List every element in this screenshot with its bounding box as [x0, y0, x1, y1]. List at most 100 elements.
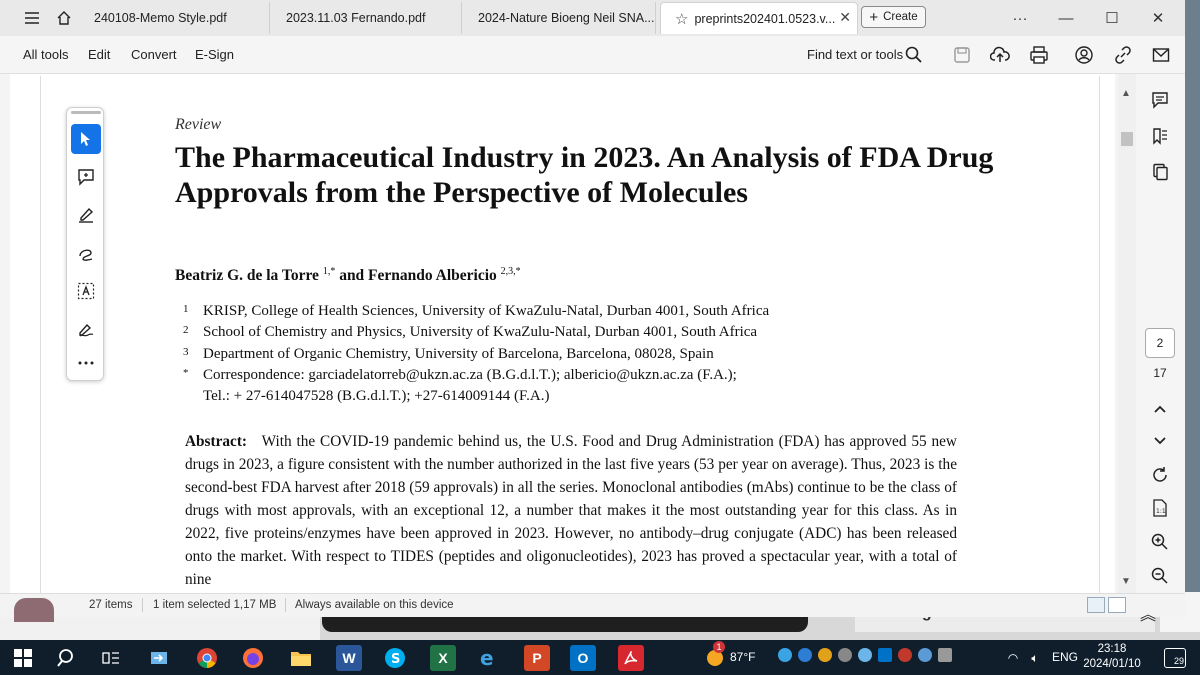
page-thumbnails-icon[interactable]: [1148, 160, 1172, 184]
share-user-icon[interactable]: [1073, 44, 1095, 66]
right-side-panel: 2 17 1:1: [1136, 74, 1185, 593]
notification-center-icon[interactable]: 29: [1164, 648, 1186, 668]
tray-app-icon[interactable]: [818, 648, 832, 662]
svg-text:e: e: [480, 647, 494, 669]
palette-grip[interactable]: [71, 111, 101, 114]
scroll-up-icon[interactable]: ▲: [1121, 88, 1131, 99]
tab-preprints[interactable]: ☆ preprints202401.0523.v... ✕: [660, 2, 858, 34]
affiliation-number: 2: [183, 324, 189, 336]
word-icon[interactable]: W: [336, 645, 362, 671]
system-tray-icons: [778, 648, 958, 666]
menu-all-tools[interactable]: All tools: [23, 47, 69, 62]
tab-label: 2023.11.03 Fernando.pdf: [286, 11, 426, 25]
more-tools-icon[interactable]: [71, 348, 101, 378]
print-icon[interactable]: [1028, 44, 1050, 66]
abstract: Abstract: With the COVID-19 pandemic beh…: [185, 430, 957, 591]
notification-count: 29: [1173, 656, 1184, 666]
edge-legacy-icon[interactable]: e: [476, 645, 502, 671]
input-language[interactable]: ENG: [1052, 650, 1078, 664]
firefox-icon[interactable]: [240, 645, 266, 671]
link-icon[interactable]: [1112, 44, 1134, 66]
thumbnail-view-icon[interactable]: [1108, 597, 1126, 613]
text-box-icon[interactable]: [71, 276, 101, 306]
details-view-icon[interactable]: [1087, 597, 1105, 613]
tray-app-icon[interactable]: [878, 648, 892, 662]
correspondence: * Correspondence: garciadelatorreb@ukzn.a…: [183, 367, 737, 384]
affiliation-text: Correspondence: garciadelatorreb@ukzn.ac…: [203, 367, 737, 383]
email-icon[interactable]: [1150, 44, 1172, 66]
previous-page-icon[interactable]: [1148, 397, 1172, 421]
search-taskbar-icon[interactable]: [54, 645, 80, 671]
collapse-up-icon[interactable]: ︽: [1140, 601, 1156, 625]
add-comment-icon[interactable]: [71, 162, 101, 192]
system-clock[interactable]: 23:18 2024/01/10: [1082, 642, 1142, 672]
fill-sign-icon[interactable]: [71, 314, 101, 344]
explorer-status-bar: 27 items 1 item selected 1,17 MB Always …: [0, 593, 1185, 617]
bookmarks-icon[interactable]: [1148, 124, 1172, 148]
tab-memo-style[interactable]: 240108-Memo Style.pdf: [80, 2, 270, 34]
find-text-or-tools[interactable]: Find text or tools: [807, 47, 903, 62]
skype-icon[interactable]: S: [382, 645, 408, 671]
tray-app-icon[interactable]: [858, 648, 872, 662]
clock-time: 23:18: [1097, 643, 1127, 655]
fit-page-icon[interactable]: 1:1: [1148, 496, 1172, 520]
upload-cloud-icon[interactable]: [989, 44, 1011, 66]
tray-app-icon[interactable]: [778, 648, 792, 662]
acrobat-icon[interactable]: [618, 645, 644, 671]
windows-start-icon[interactable]: [10, 645, 36, 671]
menu-edit[interactable]: Edit: [88, 47, 110, 62]
menu-e-sign[interactable]: E-Sign: [195, 47, 234, 62]
current-page-field[interactable]: 2: [1145, 328, 1175, 358]
draw-freehand-icon[interactable]: [71, 238, 101, 268]
authors-line: Beatriz G. de la Torre 1,* and Fernando …: [175, 266, 521, 285]
create-label: Create: [883, 11, 918, 23]
close-tab-icon[interactable]: ✕: [839, 9, 851, 26]
search-icon[interactable]: [903, 44, 925, 66]
rotate-icon[interactable]: [1148, 463, 1172, 487]
highlight-pen-icon[interactable]: [71, 200, 101, 230]
excel-icon[interactable]: X: [430, 645, 456, 671]
windows-taskbar: W S X e P O 1 87°F ◠ 🔈︎ ENG 23:18 2024/0…: [0, 640, 1200, 675]
powerpoint-icon[interactable]: P: [524, 645, 550, 671]
file-explorer-icon[interactable]: [288, 645, 314, 671]
volume-icon[interactable]: 🔈︎: [1022, 645, 1048, 671]
vertical-scrollbar[interactable]: ▲ ▼: [1118, 74, 1136, 593]
selection-info: 1 item selected 1,17 MB: [153, 599, 277, 611]
scroll-thumb[interactable]: [1121, 132, 1133, 146]
tab-fernando[interactable]: 2023.11.03 Fernando.pdf: [272, 2, 462, 34]
abstract-label: Abstract:: [185, 433, 248, 450]
maximize-icon[interactable]: ☐: [1100, 6, 1124, 30]
file-transfer-icon[interactable]: [146, 645, 172, 671]
affiliation-text: Department of Organic Chemistry, Univers…: [203, 346, 714, 362]
outlook-icon[interactable]: O: [570, 645, 596, 671]
minimize-icon[interactable]: —: [1054, 6, 1078, 30]
tray-app-icon[interactable]: [898, 648, 912, 662]
chrome-icon[interactable]: [194, 645, 220, 671]
home-icon[interactable]: [52, 6, 76, 30]
battery-icon[interactable]: [938, 648, 952, 662]
more-options-icon[interactable]: ···: [1008, 6, 1032, 30]
star-icon[interactable]: ☆: [675, 10, 688, 28]
hamburger-menu-icon[interactable]: [20, 6, 44, 30]
document-viewport[interactable]: Review The Pharmaceutical Industry in 20…: [10, 74, 1115, 593]
tray-app-icon[interactable]: [838, 648, 852, 662]
next-page-icon[interactable]: [1148, 429, 1172, 453]
scroll-down-icon[interactable]: ▼: [1121, 576, 1131, 587]
tray-app-icon[interactable]: [918, 648, 932, 662]
comments-panel-icon[interactable]: [1148, 88, 1172, 112]
main-toolbar: All tools Edit Convert E-Sign Find text …: [0, 36, 1185, 74]
create-button[interactable]: + Create: [861, 6, 926, 28]
tray-app-icon[interactable]: [798, 648, 812, 662]
tab-nature-bioeng[interactable]: 2024-Nature Bioeng Neil SNA...: [464, 2, 656, 34]
affiliation-1: 1 KRISP, College of Health Sciences, Univ…: [183, 303, 769, 320]
close-window-icon[interactable]: ✕: [1146, 6, 1170, 30]
telephone: Tel.: + 27-614047528 (B.G.d.l.T.); +27-6…: [183, 388, 549, 405]
zoom-out-icon[interactable]: [1148, 564, 1172, 588]
task-view-icon[interactable]: [98, 645, 124, 671]
zoom-in-icon[interactable]: [1148, 530, 1172, 554]
menu-convert[interactable]: Convert: [131, 47, 177, 62]
save-icon[interactable]: [951, 44, 973, 66]
select-cursor-icon[interactable]: [71, 124, 101, 154]
affiliation-number: *: [183, 367, 189, 379]
item-count: 27 items: [89, 599, 133, 611]
